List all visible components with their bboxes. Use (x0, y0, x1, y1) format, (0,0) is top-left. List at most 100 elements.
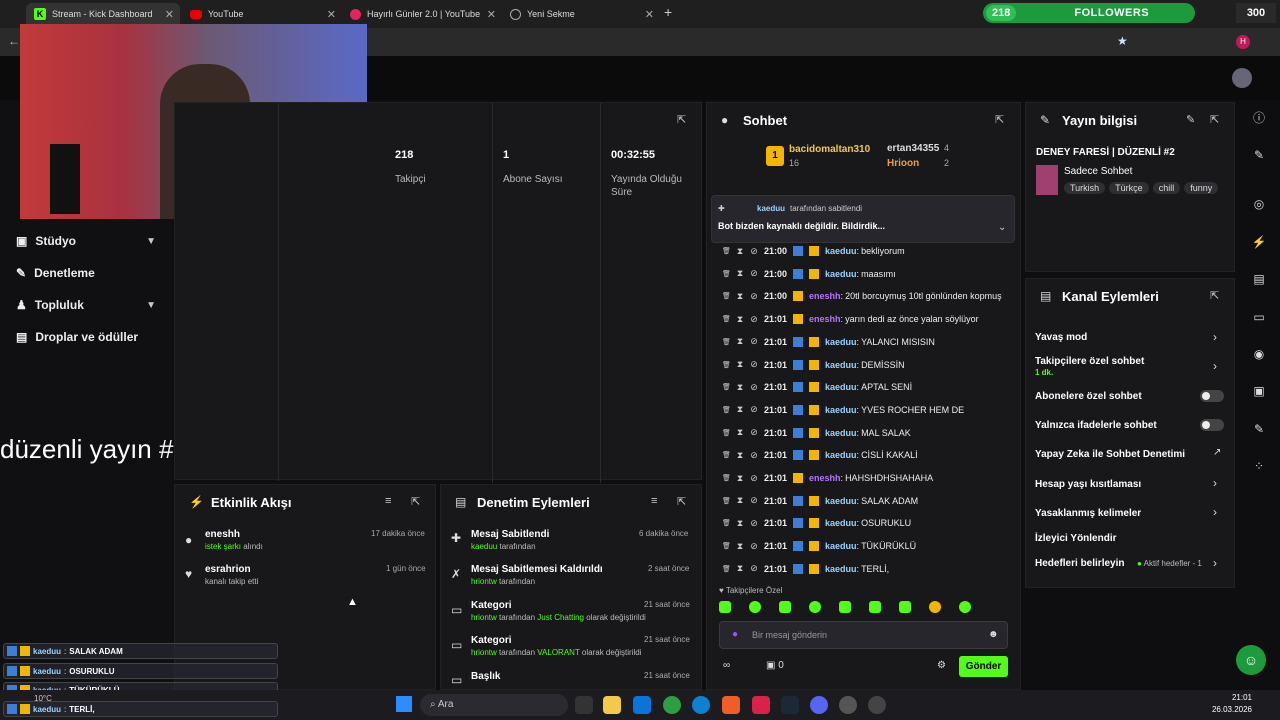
message-username[interactable]: kaeduu (825, 269, 857, 279)
close-icon[interactable]: ✕ (327, 8, 336, 21)
delete-icon[interactable]: 🗑 (722, 429, 731, 437)
emotes-only-toggle[interactable] (1200, 419, 1224, 431)
ban-icon[interactable]: ⊘ (750, 359, 758, 370)
chat-message[interactable]: 🗑 ⧗ ⊘ 21:01 kaeduu: TÜKÜRÜKLÜ (722, 537, 916, 555)
infinity-icon[interactable]: ∞ (723, 660, 730, 671)
message-username[interactable]: eneshh (809, 291, 841, 301)
chevron-right-icon[interactable]: › (1213, 556, 1217, 570)
tab-kick-dashboard[interactable]: K Stream - Kick Dashboard ✕ (26, 3, 180, 25)
tag[interactable]: Turkish (1064, 182, 1106, 194)
edit-icon[interactable]: ✎ (1186, 113, 1195, 126)
emote-icon[interactable] (779, 601, 791, 613)
taskview-icon[interactable] (575, 696, 593, 714)
ban-icon[interactable]: ⊘ (750, 495, 758, 506)
sidebar-item-droplar[interactable]: ▤ Droplar ve ödüller (16, 330, 156, 344)
popout-icon[interactable]: ⇱ (995, 113, 1004, 126)
message-username[interactable]: kaeduu (825, 405, 857, 415)
chevron-right-icon[interactable]: › (1213, 476, 1217, 490)
ban-icon[interactable]: ⊘ (750, 541, 758, 552)
delete-icon[interactable]: 🗑 (722, 565, 731, 573)
delete-icon[interactable]: 🗑 (722, 292, 731, 300)
delete-icon[interactable]: 🗑 (722, 519, 731, 527)
ban-icon[interactable]: ⊘ (750, 268, 758, 279)
leader-name[interactable]: Hrioon (887, 158, 919, 169)
lightning-icon[interactable]: ⚡ (1240, 227, 1278, 257)
message-username[interactable]: kaeduu (825, 246, 857, 256)
help-button[interactable]: ☺ (1236, 645, 1266, 675)
message-username[interactable]: kaeduu (825, 337, 857, 347)
filter-icon[interactable]: ≡ (385, 495, 391, 507)
ban-icon[interactable]: ⊘ (750, 314, 758, 325)
delete-icon[interactable]: 🗑 (722, 383, 731, 391)
sidebar-item-studyo[interactable]: ▣ Stüdyo ▼ (16, 234, 156, 248)
chat-message[interactable]: 🗑 ⧗ ⊘ 21:01 kaeduu: YVES ROCHER HEM DE (722, 401, 964, 419)
settings-icon[interactable]: ⚙ (937, 660, 946, 671)
delete-icon[interactable]: 🗑 (722, 474, 731, 482)
chevron-right-icon[interactable]: › (1213, 330, 1217, 344)
layout-icon[interactable]: ▣ (1240, 376, 1278, 406)
emote-icon[interactable] (899, 601, 911, 613)
chevron-right-icon[interactable]: › (1213, 359, 1217, 373)
chat-message[interactable]: 🗑 ⧗ ⊘ 21:01 kaeduu: OSURUKLU (722, 514, 911, 532)
start-icon[interactable] (396, 696, 412, 712)
pinned-message[interactable]: ✚ kaeduu tarafından sabitlendi Bot bizde… (711, 195, 1015, 243)
taskbar-search[interactable]: ⌕ Ara (420, 694, 568, 716)
user-avatar[interactable] (1232, 68, 1252, 88)
store-icon[interactable] (633, 696, 651, 714)
close-icon[interactable]: ✕ (645, 8, 654, 21)
message-username[interactable]: kaeduu (825, 518, 857, 528)
ban-icon[interactable]: ⊘ (750, 246, 758, 257)
leader-name[interactable]: ertan34355 (887, 143, 939, 154)
popout-icon[interactable]: ⇱ (411, 495, 420, 508)
timeout-icon[interactable]: ⧗ (736, 473, 744, 484)
delete-icon[interactable]: 🗑 (722, 451, 731, 459)
message-username[interactable]: kaeduu (825, 360, 857, 370)
chat-message[interactable]: 🗑 ⧗ ⊘ 21:01 eneshh: HAHSHDHSHAHAHA (722, 469, 933, 487)
sidebar-item-denetleme[interactable]: ✎ Denetleme (16, 266, 156, 280)
tag[interactable]: Türkçe (1109, 182, 1149, 194)
message-username[interactable]: eneshh (809, 314, 841, 324)
chat-message[interactable]: 🗑 ⧗ ⊘ 21:01 kaeduu: SALAK ADAM (722, 492, 918, 510)
emoji-icon[interactable]: ☻ (988, 629, 999, 640)
chevron-down-icon[interactable]: ⌄ (998, 222, 1006, 233)
message-username[interactable]: kaeduu (825, 496, 857, 506)
delete-icon[interactable]: 🗑 (722, 361, 731, 369)
action-followers-only[interactable]: Takipçilere özel sohbet (1035, 356, 1144, 367)
send-button[interactable]: Gönder (959, 656, 1008, 677)
delete-icon[interactable]: 🗑 (722, 497, 731, 505)
chat-message[interactable]: 🗑 ⧗ ⊘ 21:00 eneshh:20tl borcuymuş 10tl gönlü… (722, 287, 1002, 305)
subscribers-only-toggle[interactable] (1200, 390, 1224, 402)
timeout-icon[interactable]: ⧗ (736, 495, 744, 506)
tag[interactable]: chill (1152, 182, 1181, 194)
ban-icon[interactable]: ⊘ (750, 404, 758, 415)
ban-icon[interactable]: ⊘ (750, 518, 758, 529)
timeout-icon[interactable]: ⧗ (736, 518, 744, 529)
microphone-icon[interactable]: ● (732, 629, 738, 640)
steam-icon[interactable] (781, 696, 799, 714)
ban-icon[interactable]: ⊘ (750, 450, 758, 461)
star-icon[interactable]: ★ (1117, 34, 1128, 48)
action-slow-mode[interactable]: Yavaş mod (1035, 332, 1087, 343)
tab-new[interactable]: Yeni Sekme ✕ (502, 3, 660, 25)
back-icon[interactable]: ← (8, 34, 20, 48)
message-username[interactable]: kaeduu (825, 564, 857, 574)
document-icon[interactable]: ▤ (1240, 264, 1278, 294)
tab-hayirli-gunler[interactable]: Hayırlı Günler 2.0 | YouTube ✕ (342, 3, 502, 25)
points-counter[interactable]: ▣ 0 (766, 660, 784, 671)
chat-message[interactable]: 🗑 ⧗ ⊘ 21:01 kaeduu: DEMİSSİN (722, 356, 905, 374)
timeout-icon[interactable]: ⧗ (736, 427, 744, 438)
delete-icon[interactable]: 🗑 (722, 270, 731, 278)
chat-icon[interactable]: ▭ (1240, 302, 1278, 332)
timeout-icon[interactable]: ⧗ (736, 382, 744, 393)
sidebar-item-topluluk[interactable]: ♟ Topluluk ▼ (16, 298, 156, 312)
timeout-icon[interactable]: ⧗ (736, 336, 744, 347)
tag[interactable]: funny (1184, 182, 1219, 194)
delete-icon[interactable]: 🗑 (722, 247, 731, 255)
chevron-right-icon[interactable]: › (1213, 505, 1217, 519)
chrome-icon[interactable] (663, 696, 681, 714)
chat-message[interactable]: 🗑 ⧗ ⊘ 21:01 kaeduu: YALANCI MISISIN (722, 333, 935, 351)
obs-icon[interactable] (868, 696, 886, 714)
action-ai-moderation[interactable]: Yapay Zeka ile Sohbet Denetimi (1035, 449, 1185, 460)
message-username[interactable]: kaeduu (825, 428, 857, 438)
message-username[interactable]: kaeduu (825, 541, 857, 551)
